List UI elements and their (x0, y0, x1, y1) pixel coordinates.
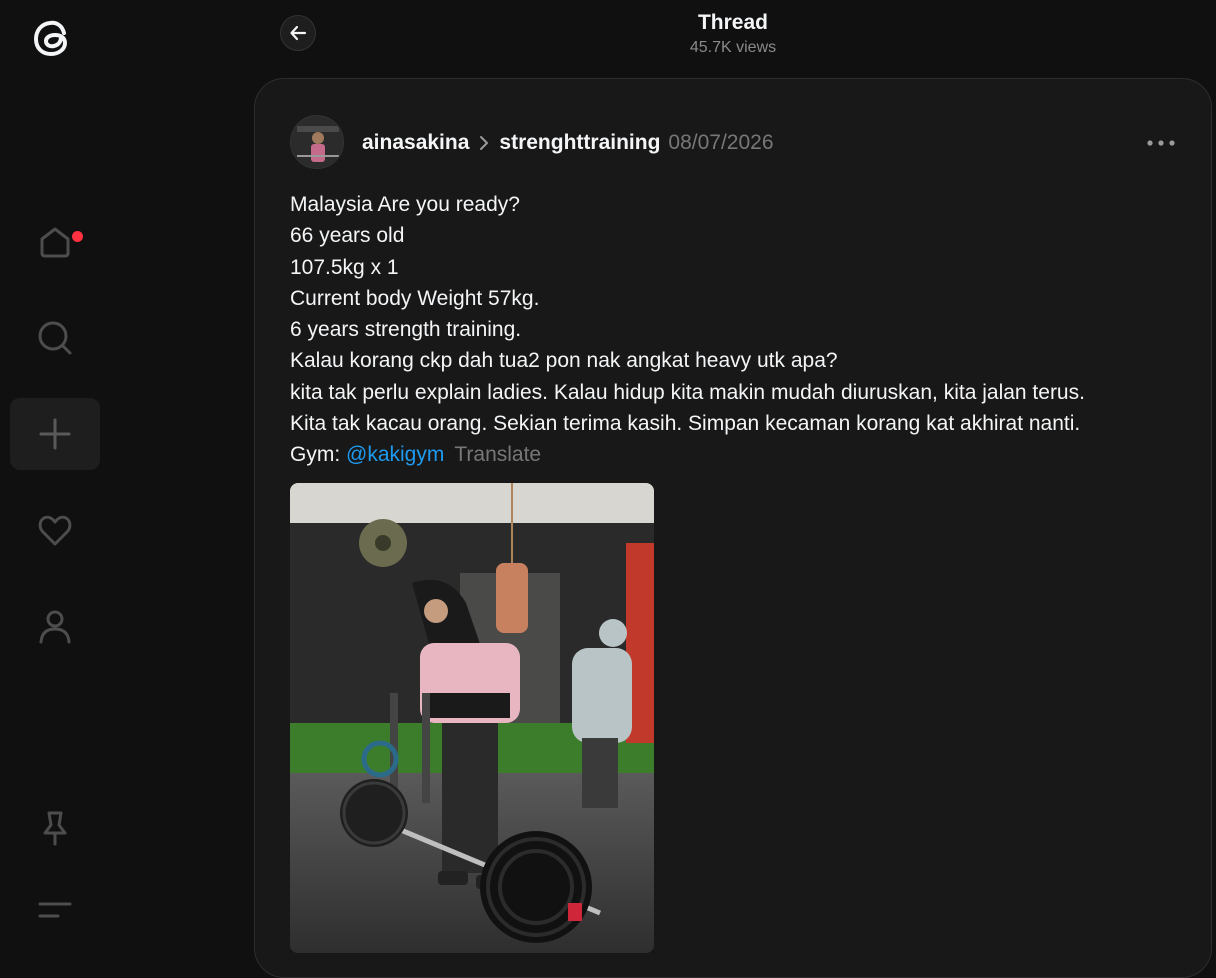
post-line: Kalau korang ckp dah tua2 pon nak angkat… (290, 349, 838, 373)
post-line: Malaysia Are you ready? (290, 193, 520, 216)
nav-activity[interactable] (10, 494, 100, 566)
post-line: Current body Weight 57kg. (290, 286, 540, 310)
username[interactable]: ainasakina (362, 131, 469, 155)
post-line: 107.5kg x 1 (290, 255, 399, 279)
nav-pinned[interactable] (10, 792, 100, 864)
avatar[interactable] (290, 115, 344, 169)
post-video[interactable] (290, 483, 654, 953)
post-line: 66 years old (290, 224, 405, 248)
post-header: ainasakina strenghttraining 08/07/2026 (362, 129, 774, 157)
sidebar (0, 0, 110, 943)
search-icon (38, 321, 72, 355)
notification-dot (72, 231, 83, 242)
threads-logo-icon[interactable] (28, 12, 80, 64)
nav-profile[interactable] (10, 590, 100, 662)
plus-icon (39, 418, 71, 450)
topic-tag[interactable]: strenghttraining (499, 131, 660, 155)
post-line: kita tak perlu explain ladies. Kalau hid… (290, 380, 1085, 404)
nav-menu[interactable] (10, 874, 100, 946)
nav-create[interactable] (10, 398, 100, 470)
nav-home[interactable] (10, 206, 100, 278)
page-title: Thread (697, 11, 768, 34)
post-date: 08/07/2026 (668, 131, 774, 154)
heart-icon (38, 515, 72, 546)
view-count: 45.7K views (689, 39, 777, 56)
pin-icon (43, 811, 67, 846)
chevron-right-icon (480, 136, 489, 150)
post-line-gym: Gym: @kakigym Translate (290, 439, 1190, 470)
more-options-button[interactable] (1145, 131, 1177, 155)
profile-icon (39, 610, 71, 644)
thread-post-card: ainasakina strenghttraining 08/07/2026 M… (254, 78, 1212, 978)
home-icon (40, 227, 70, 258)
gym-prefix: Gym: (290, 443, 346, 467)
gym-photo (290, 483, 654, 953)
mention-link[interactable]: @kakigym (346, 443, 444, 466)
translate-link[interactable]: Translate (454, 443, 541, 466)
post-text: Malaysia Are you ready? 66 years old 107… (290, 189, 1190, 471)
menu-icon (38, 902, 72, 918)
more-horizontal-icon (1147, 140, 1175, 146)
post-line: Kita tak kacau orang. Sekian terima kasi… (290, 412, 1081, 436)
post-line: 6 years strength training. (290, 318, 522, 342)
thread-header: Thread 45.7K views (254, 0, 1212, 78)
nav-search[interactable] (10, 302, 100, 374)
